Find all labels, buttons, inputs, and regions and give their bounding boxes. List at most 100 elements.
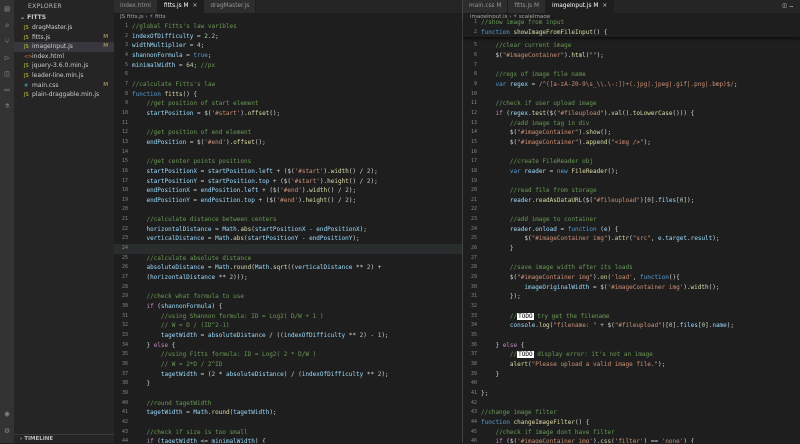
code-line[interactable]: 42 — [114, 418, 462, 428]
code-line[interactable]: 28 — [114, 283, 462, 293]
editor-tab[interactable]: index.html — [114, 0, 158, 13]
code-line[interactable]: 25 $("#imageContainer img").attr("src", … — [463, 234, 800, 244]
editor-tab[interactable]: fitts.js M — [508, 0, 546, 13]
code-line[interactable]: 44 if (tagetWidth <= minimalWidth) { — [114, 437, 462, 443]
files-icon[interactable]: ▤ — [3, 5, 11, 13]
code-line[interactable]: 17 startPositionY = startPosition.top + … — [114, 177, 462, 187]
code-line[interactable]: 32 — [463, 302, 800, 312]
run-debug-icon[interactable]: ▷ — [3, 54, 11, 62]
account-icon[interactable]: ◉ — [3, 410, 11, 418]
editor-tab[interactable]: fitts.js M × — [157, 0, 205, 13]
code-line[interactable]: 38 alert("Please upload a valid image fi… — [463, 360, 800, 370]
code-line[interactable]: 30 if (shannonFormula) { — [114, 302, 462, 312]
close-icon[interactable]: × — [192, 3, 197, 9]
code-line[interactable]: 7 — [463, 61, 800, 71]
code-line[interactable]: 24 — [114, 244, 462, 254]
file-item[interactable]: JS dragMaster.js — [14, 23, 114, 33]
code-line[interactable]: 39 — [114, 389, 462, 399]
file-item[interactable]: JS fitts.js M — [14, 33, 114, 43]
code-line[interactable]: 34 console.log("filename: " + $("#fileup… — [463, 321, 800, 331]
folder-fitts[interactable]: ⌄ FITTS — [14, 13, 114, 23]
code-line[interactable]: 20 — [114, 205, 462, 215]
code-line[interactable]: 39 } — [463, 370, 800, 380]
editor-tab[interactable]: main.css M — [463, 0, 509, 13]
code-line[interactable]: 38 } — [114, 379, 462, 389]
code-line[interactable]: 17 //create FileReader obj — [463, 157, 800, 167]
code-line[interactable]: 12 if (regex.test($("#fileupload").val()… — [463, 109, 800, 119]
code-line[interactable]: 35 — [463, 331, 800, 341]
code-line[interactable]: 40 //round tagetWidth — [114, 399, 462, 409]
code-line[interactable]: 26 absoluteDistance = Math.round(Math.sq… — [114, 263, 462, 273]
code-line[interactable]: 35 //using Fitts formula: ID = Log2( 2 *… — [114, 350, 462, 360]
code-line[interactable]: 16 — [463, 148, 800, 158]
code-line[interactable]: 8 //regx of image file name — [463, 70, 800, 80]
timeline-section[interactable]: › TIMELINE — [14, 434, 114, 443]
code-line[interactable]: 9 var regex = /^([a-zA-Z0-9\s_\\.\-:])+(… — [463, 80, 800, 90]
code-line[interactable]: 26 } — [463, 244, 800, 254]
code-line[interactable]: 2 indexOfDifficulty = 2.2; — [114, 32, 462, 42]
code-line[interactable]: 1 //show image from input — [463, 18, 800, 28]
code-line[interactable]: 43 //check if size is too small — [114, 428, 462, 438]
code-line[interactable]: 24 reader.onload = function (e) { — [463, 225, 800, 235]
close-icon[interactable]: × — [602, 3, 607, 9]
code-line[interactable]: 11 — [114, 119, 462, 129]
code-line[interactable]: 6 — [114, 70, 462, 80]
right-code-editor[interactable]: 3 //TODO add fade in and out effects45 /… — [463, 22, 800, 443]
code-line[interactable]: 25 //calculate absolute distance — [114, 254, 462, 264]
source-control-icon[interactable]: ⑂ — [3, 38, 11, 46]
code-line[interactable]: 2 function showImageFromFileInput() { — [463, 28, 800, 38]
code-line[interactable]: 20 //read file from storage — [463, 186, 800, 196]
code-line[interactable]: 23 //add image to container — [463, 215, 800, 225]
code-line[interactable]: 10 startPosition = $('#start').offset(); — [114, 109, 462, 119]
left-code-editor[interactable]: 1 //global Fitts's law varibles 2 indexOfDi… — [114, 22, 462, 443]
code-line[interactable]: 5 //clear current image — [463, 41, 800, 51]
testing-icon[interactable]: ⚗ — [3, 102, 11, 110]
extensions-icon[interactable]: ◫ — [3, 70, 11, 78]
code-line[interactable]: 1 //global Fitts's law varibles — [114, 22, 462, 32]
code-line[interactable]: 19 endPositionY = endPosition.top + ($('… — [114, 196, 462, 206]
file-item[interactable]: JS jquery-3.6.0.min.js — [14, 61, 114, 71]
code-line[interactable]: 27 — [463, 254, 800, 264]
file-item[interactable]: JS plain-draggable.min.js — [14, 90, 114, 100]
code-line[interactable]: 5 minimalWidth = 64; //px — [114, 61, 462, 71]
settings-gear-icon[interactable]: ⚙ — [3, 427, 11, 435]
code-line[interactable]: 14 $("#imageContainer").show(); — [463, 128, 800, 138]
file-item[interactable]: JS leader-line.min.js — [14, 71, 114, 81]
code-line[interactable]: 36 } else { — [463, 341, 800, 351]
code-line[interactable]: 15 //get center points positions — [114, 157, 462, 167]
code-line[interactable]: 40 — [463, 379, 800, 389]
code-line[interactable]: 36 // W = 2*D / 2^ID — [114, 360, 462, 370]
code-line[interactable]: 19 — [463, 177, 800, 187]
code-line[interactable]: 27 (horizontalDistance ** 2))); — [114, 273, 462, 283]
code-line[interactable]: 28 //save image width after its loads — [463, 263, 800, 273]
code-line[interactable]: 22 horizontalDistance = Math.abs(startPo… — [114, 225, 462, 235]
code-line[interactable]: 37 //TODO display error: it's not an ima… — [463, 350, 800, 360]
code-line[interactable]: 6 $("#imageContainer").html(""); — [463, 51, 800, 61]
code-line[interactable]: 10 — [463, 90, 800, 100]
code-line[interactable]: 43 //change image filter — [463, 408, 800, 418]
code-line[interactable]: 33 //TODO try get the filename — [463, 312, 800, 322]
code-line[interactable]: 30 imageOriginalWidth = $('#imageContain… — [463, 283, 800, 293]
code-line[interactable]: 18 endPositionX = endPosition.left + ($(… — [114, 186, 462, 196]
code-line[interactable]: 22 — [463, 205, 800, 215]
search-icon[interactable]: ⌕ — [3, 22, 11, 30]
code-line[interactable]: 4 shannonFormula = true; — [114, 51, 462, 61]
code-line[interactable]: 12 //get position of end element — [114, 128, 462, 138]
code-line[interactable]: 13 endPosition = $('#end').offset(); — [114, 138, 462, 148]
code-line[interactable]: 15 $("#imageContainer").append("<img />"… — [463, 138, 800, 148]
code-line[interactable]: 29 //check what formula to use — [114, 292, 462, 302]
code-line[interactable]: 32 // W = D / (ID^2-1) — [114, 321, 462, 331]
code-line[interactable]: 3 widthMultiplier = 4; — [114, 41, 462, 51]
code-line[interactable]: 33 tagetWidth = absoluteDistance / ((ind… — [114, 331, 462, 341]
file-item[interactable]: # main.css M — [14, 81, 114, 91]
code-line[interactable]: 16 startPositionX = startPosition.left +… — [114, 167, 462, 177]
code-line[interactable]: 11 //check if user upload image — [463, 99, 800, 109]
code-line[interactable]: 14 — [114, 148, 462, 158]
code-line[interactable]: 45 //check if image dont have filter — [463, 428, 800, 438]
code-line[interactable]: 42 — [463, 399, 800, 409]
code-line[interactable]: 23 verticalDistance = Math.abs(startPosi… — [114, 234, 462, 244]
code-line[interactable]: 21 //calculate distance between centers — [114, 215, 462, 225]
code-line[interactable]: 31 }); — [463, 292, 800, 302]
left-breadcrumb[interactable]: JS fitts.js › ⚡ fitts — [120, 13, 460, 22]
more-actions-icon[interactable]: … — [789, 2, 796, 9]
